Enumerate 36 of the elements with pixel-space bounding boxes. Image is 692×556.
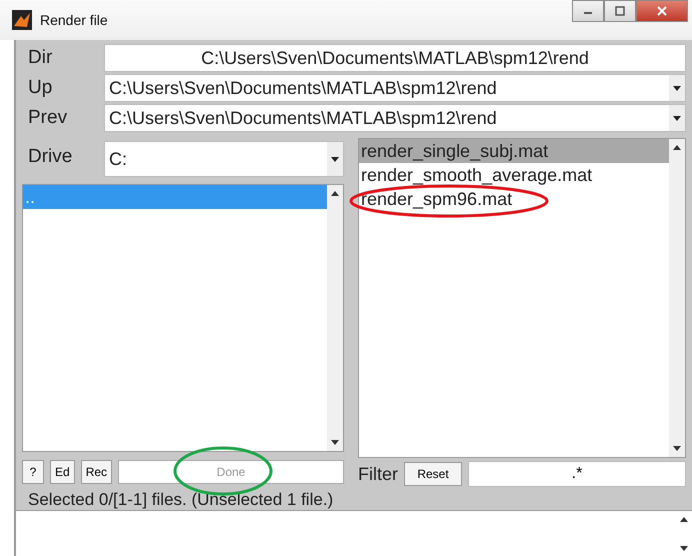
tool-button[interactable]: Ed (50, 460, 75, 484)
minimize-button[interactable] (572, 0, 604, 22)
scroll-down-arrow-icon[interactable] (331, 440, 339, 445)
close-icon (657, 6, 667, 16)
tool-button[interactable]: Rec (80, 460, 112, 484)
dropdown-caret-icon (673, 116, 681, 120)
field-label: Up (27, 77, 54, 99)
status-text: Selected 0/[1-1] files. (Unselected 1 file.) (27, 490, 334, 510)
field-label: Dir (27, 47, 54, 69)
file-item[interactable]: render_single_subj.mat (359, 139, 669, 163)
dropdown-caret-icon (331, 156, 339, 162)
path-dropdown[interactable]: C:\Users\Sven\Documents\MATLAB\spm12\rend (104, 104, 686, 132)
drive-dropdown[interactable]: C: (104, 141, 344, 177)
maximize-icon (615, 6, 625, 16)
peak-logo-icon (12, 10, 32, 30)
reset-button[interactable]: Reset (404, 462, 462, 486)
file-item[interactable]: render_spm96.mat (359, 187, 669, 211)
scrollbar[interactable] (327, 185, 343, 451)
maximize-button[interactable] (604, 0, 636, 22)
scroll-up-arrow-icon[interactable] (673, 145, 681, 150)
tool-button[interactable]: ? (22, 460, 44, 484)
dropdown-caret-icon (673, 86, 681, 90)
field-label: Prev (27, 107, 68, 129)
scrollbar[interactable] (669, 139, 685, 457)
close-button[interactable] (636, 0, 688, 22)
path-dropdown[interactable]: C:\Users\Sven\Documents\MATLAB\spm12\rend (104, 74, 686, 102)
scroll-down-arrow-icon[interactable] (673, 446, 681, 451)
scroll-down-arrow-icon[interactable] (680, 546, 688, 551)
file-item[interactable]: render_smooth_average.mat (359, 163, 669, 187)
scroll-up-arrow-icon[interactable] (331, 191, 339, 196)
filter-field[interactable]: .* (468, 461, 686, 487)
directory-field[interactable]: C:\Users\Sven\Documents\MATLAB\spm12\rend (104, 44, 686, 72)
scroll-up-arrow-icon[interactable] (680, 517, 688, 522)
field-label: Drive (27, 146, 74, 168)
filter-label: Filter (358, 464, 398, 484)
window-title: Render file (40, 12, 108, 28)
